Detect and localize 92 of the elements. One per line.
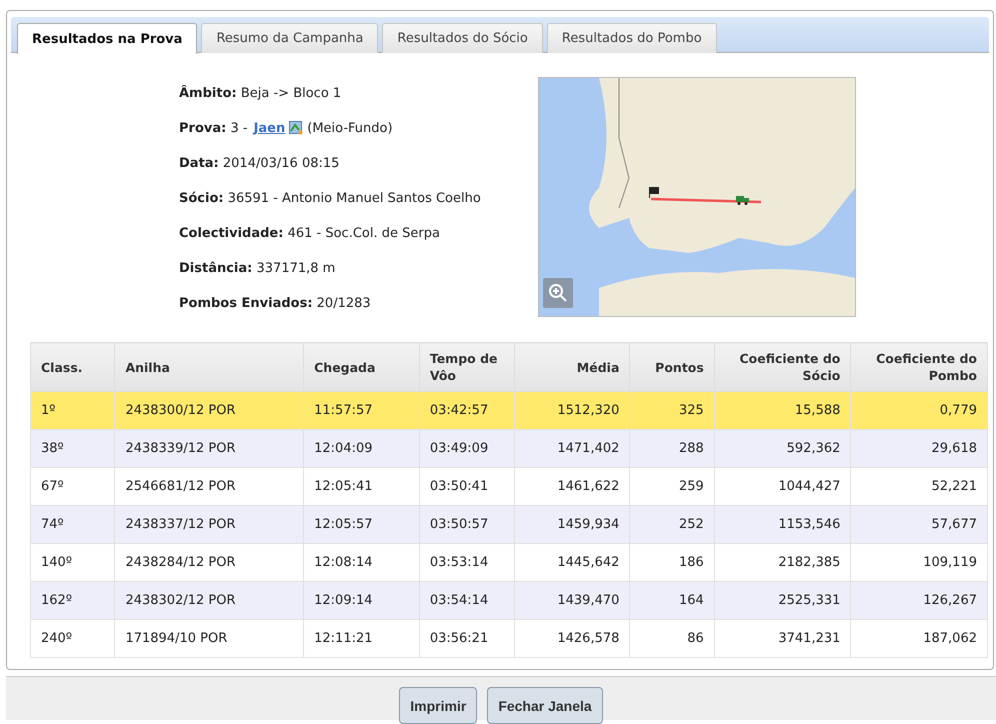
tab[interactable]: Resumo da Campanha [201,23,378,53]
column-header: Tempo de Vôo [419,342,514,392]
table-cell: 03:49:09 [419,430,514,468]
table-cell: 1471,402 [514,430,630,468]
table-row[interactable]: 240º 171894/10 POR 12:11:21 03:56:21 1426,578 86 3741,231 187,062 [30,620,988,658]
table-cell: 2438339/12 POR [114,430,304,468]
column-header: Média [514,342,630,392]
table-cell: 52,221 [850,468,988,506]
table-cell: 1461,622 [514,468,630,506]
table-cell: 1512,320 [514,392,630,430]
table-cell: 2438284/12 POR [114,544,304,582]
table-cell: 3741,231 [714,620,851,658]
table-cell: 03:50:57 [419,506,514,544]
zoom-button[interactable] [543,278,573,308]
race-link[interactable]: Jaen [254,121,286,136]
detail-line: Colectividade: 461 - Soc.Col. de Serpa [179,225,441,243]
table-cell: 12:08:14 [304,544,420,582]
table-cell: 187,062 [850,620,988,658]
detail-line: Pombos Enviados: 20/1283 [179,295,372,313]
table-cell: 12:05:57 [304,506,420,544]
table-cell: 86 [630,620,714,658]
table-cell: 2438337/12 POR [114,506,304,544]
table-row[interactable]: 162º 2438302/12 POR 12:09:14 03:54:14 1439,470 164 2525,331 126,267 [30,582,988,620]
table-cell: 592,362 [714,430,851,468]
table-row[interactable]: 74º 2438337/12 POR 12:05:57 03:50:57 1459,934 252 1153,546 57,677 [30,506,988,544]
zoom-in-icon [548,283,568,303]
table-cell: 1439,470 [514,582,630,620]
table-cell: 162º [30,582,115,620]
table-row[interactable]: 1º 2438300/12 POR 11:57:57 03:42:57 1512,320 325 15,588 0,779 [30,392,988,430]
detail-line: Distância: 337171,8 m [179,260,336,278]
table-cell: 2546681/12 POR [114,468,304,506]
action-button[interactable]: Fechar Janela [487,687,603,724]
map-icon[interactable] [289,121,304,135]
table-cell: 12:09:14 [304,582,420,620]
table-cell: 38º [30,430,115,468]
table-cell: 15,588 [714,392,851,430]
table-cell: 2438302/12 POR [114,582,304,620]
table-cell: 12:11:21 [304,620,420,658]
table-cell: 2438300/12 POR [114,392,304,430]
table-cell: 12:05:41 [304,468,420,506]
table-cell: 240º [30,620,115,658]
detail-label: Prova: [179,121,226,136]
table-cell: 288 [630,430,714,468]
column-header: Pontos [630,342,714,392]
column-header: Chegada [304,342,420,392]
table-cell: 1153,546 [714,506,851,544]
detail-value: 3 - [229,121,248,136]
table-cell: 74º [30,506,115,544]
table-cell: 1426,578 [514,620,630,658]
table-row[interactable]: 38º 2438339/12 POR 12:04:09 03:49:09 1471,402 288 592,362 29,618 [30,430,988,468]
table-row[interactable]: 67º 2546681/12 POR 12:05:41 03:50:41 1461,622 259 1044,427 52,221 [30,468,988,506]
table-cell: 164 [630,582,714,620]
column-header: Coeficiente do Pombo [850,342,988,392]
table-cell: 2525,331 [714,582,851,620]
table-cell: 325 [630,392,714,430]
tab[interactable]: Resultados do Pombo [546,23,717,53]
detail-line: Data: 2014/03/16 08:15 [179,155,340,173]
table-cell: 0,779 [850,392,988,430]
table-cell: 1044,427 [714,468,851,506]
tab[interactable]: Resultados na Prova [17,23,198,54]
table-cell: 03:42:57 [419,392,514,430]
table-cell: 03:54:14 [419,582,514,620]
table-cell: 2182,385 [714,544,851,582]
table-cell: 57,677 [850,506,988,544]
flag-icon [649,187,659,198]
truck-icon [736,195,749,205]
table-cell: 252 [630,506,714,544]
table-cell: 03:53:14 [419,544,514,582]
action-button[interactable]: Imprimir [399,687,478,724]
table-cell: 186 [630,544,714,582]
table-cell: 03:50:41 [419,468,514,506]
tab[interactable]: Resultados do Sócio [382,23,543,53]
table-cell: 67º [30,468,115,506]
table-cell: 109,119 [850,544,988,582]
column-header: Coeficiente do Sócio [714,342,851,392]
table-cell: 11:57:57 [304,392,420,430]
table-cell: 140º [30,544,115,582]
table-cell: 1445,642 [514,544,630,582]
table-cell: 259 [630,468,714,506]
table-cell: 12:04:09 [304,430,420,468]
table-cell: 03:56:21 [419,620,514,658]
column-header: Class. [30,342,115,392]
table-cell: 171894/10 POR [114,620,304,658]
detail-line: Âmbito: Beja -> Bloco 1 [179,85,342,103]
detail-line: Sócio: 36591 - Antonio Manuel Santos Coelho [179,190,482,208]
table-cell: 1º [30,392,115,430]
detail-value: (Meio-Fundo) [307,121,393,136]
table-cell: 126,267 [850,582,988,620]
table-cell: 1459,934 [514,506,630,544]
table-cell: 29,618 [850,430,988,468]
table-row[interactable]: 140º 2438284/12 POR 12:08:14 03:53:14 1445,642 186 2182,385 109,119 [30,544,988,582]
column-header: Anilha [114,342,304,392]
